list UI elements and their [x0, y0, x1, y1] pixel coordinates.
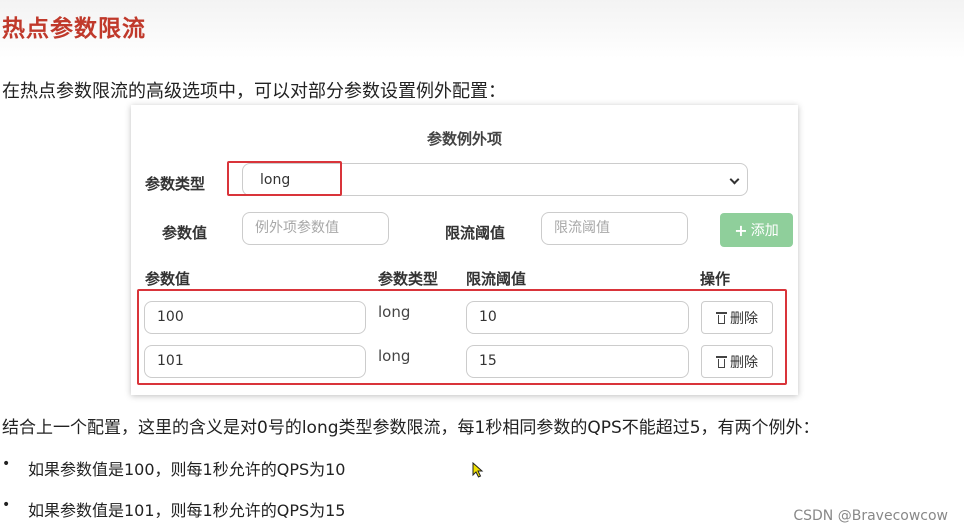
- col-header-param-type: 参数类型: [378, 270, 439, 288]
- mouse-cursor-icon: [472, 462, 484, 478]
- param-type-select[interactable]: long: [242, 163, 748, 196]
- bullet-dot: •: [2, 497, 11, 513]
- trash-icon: [716, 355, 727, 368]
- col-header-action: 操作: [700, 270, 731, 288]
- row-1-delete-button[interactable]: 删除: [701, 301, 773, 334]
- bullet-text: 如果参数值是100，则每1秒允许的QPS为10: [28, 460, 346, 479]
- param-type-label: 参数类型: [145, 175, 206, 193]
- param-type-value: long: [260, 172, 291, 188]
- watermark: CSDN @Bravecowcow: [793, 508, 948, 524]
- threshold-label: 限流阈值: [445, 224, 506, 242]
- row-1-type: long: [378, 303, 411, 321]
- summary-text: 结合上一个配置，这里的含义是对0号的long类型参数限流，每1秒相同参数的QPS…: [2, 418, 820, 438]
- chevron-down-icon: [729, 174, 740, 185]
- row-2-type: long: [378, 347, 411, 365]
- intro-text: 在热点参数限流的高级选项中，可以对部分参数设置例外配置：: [2, 81, 506, 102]
- add-button[interactable]: + 添加: [720, 213, 793, 247]
- delete-label: 删除: [730, 354, 758, 371]
- param-exception-panel: 参数例外项 参数类型 long 参数值 例外项参数值 限流阈值 限流阈值 + 添…: [131, 105, 798, 395]
- row-2-delete-button[interactable]: 删除: [701, 345, 773, 378]
- row-2-value-input[interactable]: 101: [144, 345, 366, 378]
- delete-label: 删除: [730, 310, 758, 327]
- col-header-threshold: 限流阈值: [466, 270, 527, 288]
- row-2-threshold-input[interactable]: 15: [466, 345, 689, 378]
- plus-icon: +: [734, 220, 748, 240]
- row-1-threshold-input[interactable]: 10: [466, 301, 689, 334]
- threshold-input[interactable]: 限流阈值: [541, 212, 688, 245]
- param-value-input[interactable]: 例外项参数值: [242, 212, 389, 245]
- add-button-label: 添加: [750, 223, 779, 239]
- param-value-label: 参数值: [162, 224, 208, 242]
- row-1-value-input[interactable]: 100: [144, 301, 366, 334]
- col-header-param-value: 参数值: [145, 270, 191, 288]
- bullet-dot: •: [2, 456, 11, 472]
- bullet-text: 如果参数值是101，则每1秒允许的QPS为15: [28, 501, 346, 520]
- page-title: 热点参数限流: [2, 16, 146, 42]
- panel-title: 参数例外项: [426, 130, 502, 148]
- trash-icon: [716, 311, 727, 324]
